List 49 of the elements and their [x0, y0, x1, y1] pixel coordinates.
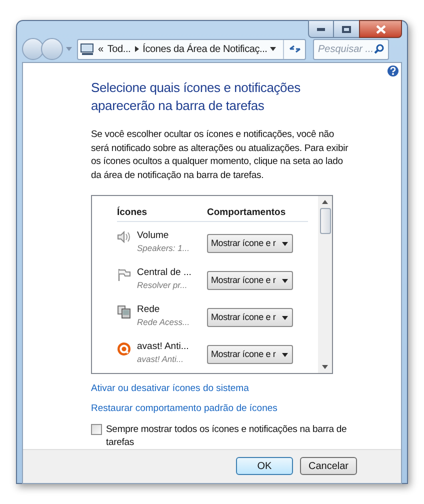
description-text: Se você escolher ocultar os ícones e notificações, você não será notificado sobre as alterações ou atualizações. Para exibir os ícones ocultos a qualquer momento, clique na seta ao lado da área de notificação na barra de tarefas.: [91, 128, 350, 182]
behavior-dropdown[interactable]: Mostrar ícone e r: [207, 345, 293, 364]
item-detail: Speakers: 1...: [137, 242, 190, 254]
column-header: Ícones: [117, 206, 148, 220]
behavior-dropdown[interactable]: Mostrar ícone e r: [207, 308, 293, 328]
behavior-dropdown[interactable]: Mostrar ícone e r: [207, 271, 293, 290]
address-bar[interactable]: « Tod... Ícones da Área de Notificaç...: [77, 38, 306, 60]
dropdown-arrow-icon[interactable]: [270, 47, 276, 51]
checkbox-label[interactable]: Sempre mostrar todos os ícones e notificações na barra de tarefas: [106, 422, 371, 448]
item-name: Central de ...: [137, 266, 192, 280]
speaker-icon: [117, 231, 131, 244]
behavior-dropdown[interactable]: Mostrar ícone e r: [207, 234, 293, 254]
ring-logo-icon: [117, 342, 131, 356]
item-name: avast! Anti...: [137, 340, 190, 354]
vertical-scrollbar[interactable]: [318, 196, 332, 373]
link[interactable]: Ativar ou desativar ícones do sistema: [91, 382, 249, 396]
item-detail: Resolver pr...: [137, 279, 188, 292]
overflow-chevron[interactable]: «: [98, 42, 104, 56]
search-field[interactable]: Pesquisar ...: [313, 38, 389, 60]
breadcrumb-item[interactable]: Ícones da Área de Notificaç...: [142, 42, 268, 56]
breadcrumb-item[interactable]: Tod...: [107, 42, 131, 56]
computer-icon: [80, 42, 95, 56]
close-button[interactable]: [359, 20, 402, 38]
item-detail: avast! Anti...: [137, 353, 184, 366]
scroll-thumb[interactable]: [320, 208, 330, 234]
flag-icon: [117, 268, 131, 282]
search-icon: [374, 44, 384, 54]
x-icon: [376, 24, 386, 34]
scroll-up-arrow-icon[interactable]: [322, 200, 328, 204]
item-detail: Rede Acess...: [137, 316, 191, 328]
item-name: Volume: [137, 229, 170, 242]
scroll-down-arrow-icon[interactable]: [322, 365, 328, 369]
help-icon[interactable]: [387, 65, 399, 77]
dropdown-arrow-icon: [282, 352, 288, 357]
dropdown-arrow-icon: [282, 242, 288, 246]
breadcrumb-arrow-icon[interactable]: [134, 46, 139, 52]
minimize-button[interactable]: [308, 20, 334, 38]
refresh-icon: [288, 44, 300, 54]
checkbox[interactable]: [91, 424, 102, 434]
page-heading: Selecione quais ícones e notificações aparecerão na barra de tarefas: [91, 79, 302, 115]
dropdown-arrow-icon: [282, 316, 288, 320]
maximize-button[interactable]: [334, 20, 359, 38]
link[interactable]: Restaurar comportamento padrão de ícones: [91, 402, 278, 416]
cancel-button[interactable]: Cancelar: [300, 457, 357, 475]
network-icon: [117, 305, 131, 320]
column-header: Comportamentos: [207, 206, 286, 220]
dropdown-arrow-icon: [282, 278, 288, 283]
item-name: Rede: [137, 303, 161, 316]
ok-button[interactable]: OK: [236, 457, 293, 475]
